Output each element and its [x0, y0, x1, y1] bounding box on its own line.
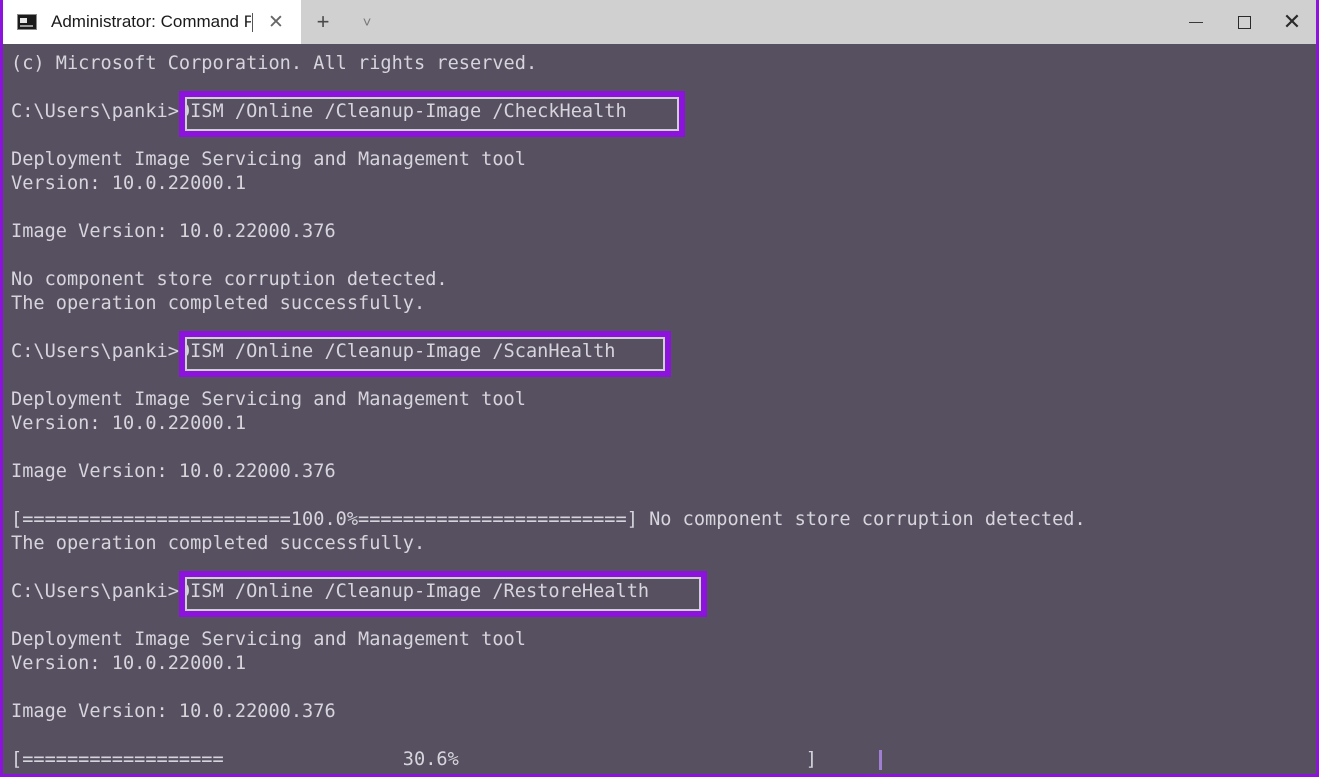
titlebar-drag-area[interactable] [389, 0, 1172, 44]
new-tab-button[interactable]: + [301, 0, 345, 44]
title-bar: Administrator: Command Promp ✕ + ˅ ✕ [3, 0, 1316, 44]
minimize-icon [1189, 21, 1203, 23]
tab-strip: Administrator: Command Promp ✕ + ˅ [3, 0, 389, 44]
tab-title-caret [252, 12, 253, 32]
terminal-text: (c) Microsoft Corporation. All rights re… [11, 53, 1086, 770]
text-cursor [879, 750, 883, 770]
close-icon[interactable]: ✕ [263, 9, 289, 35]
window-close-button[interactable]: ✕ [1268, 0, 1316, 44]
console-icon [17, 14, 37, 30]
window-controls: ✕ [1172, 0, 1316, 44]
close-icon: ✕ [1282, 9, 1302, 34]
tab-title: Administrator: Command Promp [51, 12, 251, 31]
minimize-button[interactable] [1172, 0, 1220, 44]
terminal-output-area[interactable]: (c) Microsoft Corporation. All rights re… [3, 44, 1316, 774]
maximize-icon [1237, 15, 1251, 29]
chevron-down-icon[interactable]: ˅ [345, 0, 389, 44]
tab-command-prompt[interactable]: Administrator: Command Promp ✕ [3, 0, 301, 44]
terminal-window: Administrator: Command Promp ✕ + ˅ ✕ (c)… [0, 0, 1319, 777]
maximize-button[interactable] [1220, 0, 1268, 44]
